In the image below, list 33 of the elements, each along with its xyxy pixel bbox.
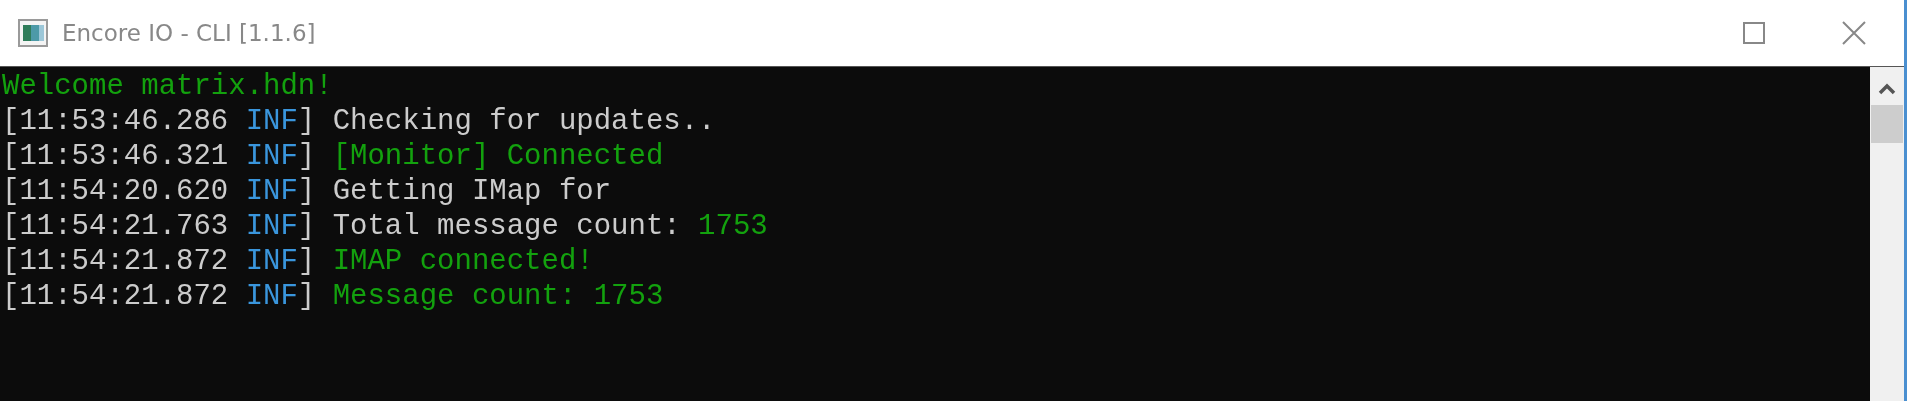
log-message: IMAP connected! <box>332 244 594 279</box>
scrollbar[interactable] <box>1870 67 1904 401</box>
log-timestamp: [11:53:46.286 <box>2 104 229 139</box>
log-message: Total message count: <box>332 209 681 244</box>
window-title: Encore IO - CLI [1.1.6] <box>62 20 316 46</box>
log-level: INF <box>245 209 298 244</box>
log-level: INF <box>245 104 298 139</box>
log-message: 1753 <box>698 209 768 244</box>
bracket-text: ] <box>297 104 316 139</box>
close-icon <box>1842 21 1866 45</box>
scrollbar-thumb[interactable] <box>1871 105 1903 143</box>
log-message: Getting IMap for <box>332 174 612 209</box>
bracket-text: ] <box>297 279 316 314</box>
log-message: Message count: 1753 <box>332 279 664 314</box>
log-timestamp: [11:54:21.763 <box>2 209 229 244</box>
log-timestamp: [11:53:46.321 <box>2 139 229 174</box>
log-level: INF <box>245 174 298 209</box>
log-level: INF <box>245 139 298 174</box>
bracket-text: ] <box>297 139 316 174</box>
log-timestamp: [11:54:21.872 <box>2 279 229 314</box>
log-level: INF <box>245 279 298 314</box>
bracket-text: ] <box>297 209 316 244</box>
bracket-text: ] <box>297 174 316 209</box>
log-message: Checking for updates.. <box>332 104 716 139</box>
bracket-text: ] <box>297 244 316 279</box>
log-message: [Monitor] Connected <box>332 139 664 174</box>
log-level: INF <box>245 244 298 279</box>
log-timestamp: [11:54:21.872 <box>2 244 229 279</box>
log-timestamp: [11:54:20.620 <box>2 174 229 209</box>
console-app-icon <box>18 19 48 47</box>
maximize-icon <box>1743 22 1765 44</box>
welcome-text: Welcome matrix.hdn! <box>2 69 333 104</box>
scroll-up-icon[interactable] <box>1878 83 1896 95</box>
